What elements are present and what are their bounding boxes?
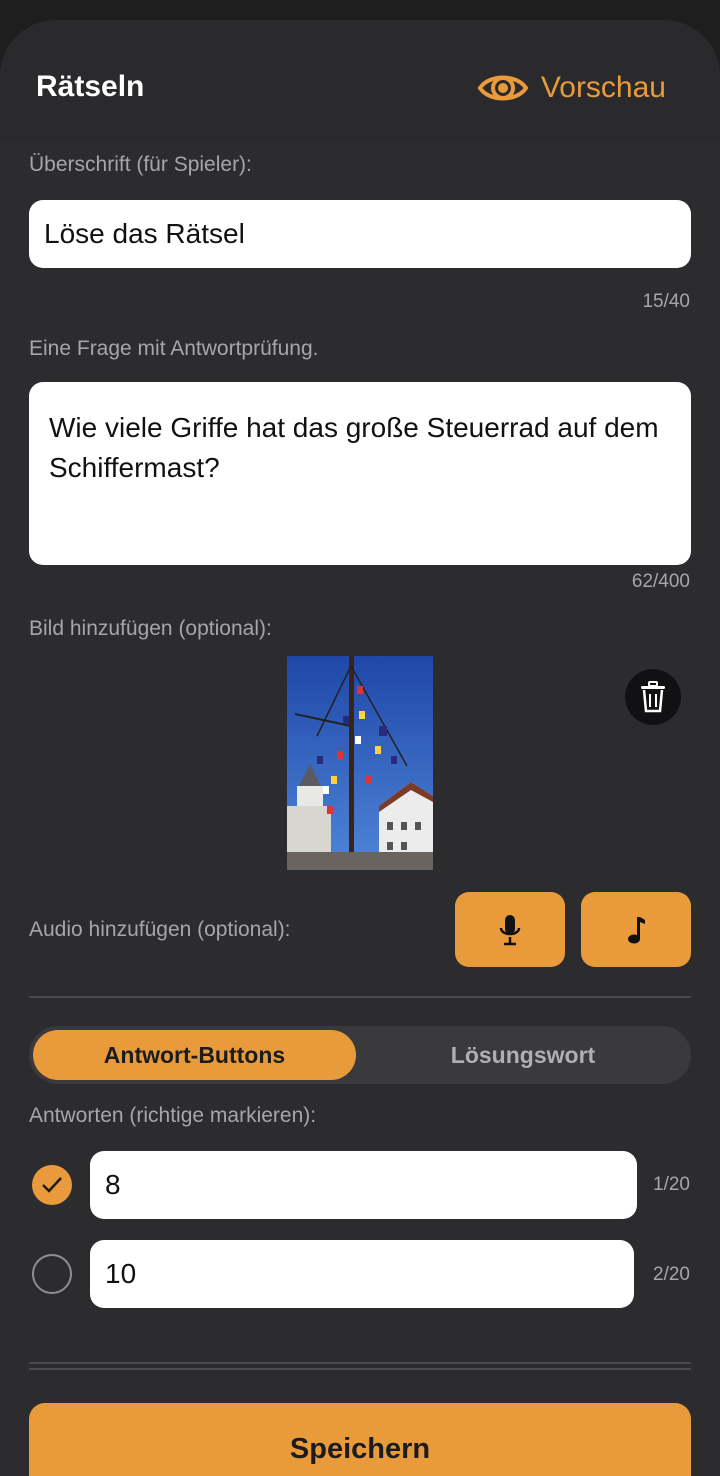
section-divider (29, 996, 691, 998)
segment-answer-buttons[interactable]: Antwort-Buttons (33, 1030, 356, 1080)
answer-2-counter: 2/20 (653, 1264, 690, 1285)
record-audio-button[interactable] (455, 892, 565, 967)
question-label: Eine Frage mit Antwortprüfung. (29, 337, 319, 360)
answer-1-counter: 1/20 (653, 1174, 690, 1195)
question-counter: 62/400 (631, 571, 690, 592)
image-label: Bild hinzufügen (optional): (29, 617, 272, 640)
answer-2-input[interactable]: 10 (90, 1240, 634, 1308)
segment-solution-word[interactable]: Lösungswort (359, 1030, 687, 1080)
header-bar: Rätseln Vorschau (0, 20, 720, 140)
audio-label: Audio hinzufügen (optional): (29, 918, 291, 941)
bottom-divider-1 (29, 1362, 691, 1364)
question-textarea[interactable]: Wie viele Griffe hat das große Steuerrad… (29, 382, 691, 565)
delete-image-button[interactable] (625, 669, 681, 725)
answer-2-correct-checkbox[interactable] (32, 1254, 72, 1294)
image-thumbnail[interactable] (287, 656, 433, 870)
editor-sheet: Rätseln Vorschau Überschrift (für Spiele… (0, 20, 720, 1476)
trash-icon (641, 681, 665, 713)
preview-button[interactable]: Vorschau (477, 70, 666, 106)
answer-mode-segmented-control: Antwort-Buttons Lösungswort (29, 1026, 691, 1084)
answers-label: Antworten (richtige markieren): (29, 1104, 317, 1127)
save-button[interactable]: Speichern (29, 1403, 691, 1476)
heading-counter: 15/40 (642, 291, 690, 312)
answer-1-correct-checkbox[interactable] (32, 1165, 72, 1205)
heading-label: Überschrift (für Spieler): (29, 153, 252, 176)
eye-icon (477, 75, 529, 101)
heading-input[interactable]: Löse das Rätsel (29, 200, 691, 268)
preview-label: Vorschau (540, 71, 666, 104)
checkmark-icon (42, 1177, 62, 1193)
microphone-icon (499, 914, 521, 945)
bottom-divider-2 (29, 1368, 691, 1370)
page-title: Rätseln (36, 70, 145, 103)
music-note-icon (628, 916, 645, 943)
add-audio-file-button[interactable] (581, 892, 691, 967)
answer-1-input[interactable]: 8 (90, 1151, 637, 1219)
